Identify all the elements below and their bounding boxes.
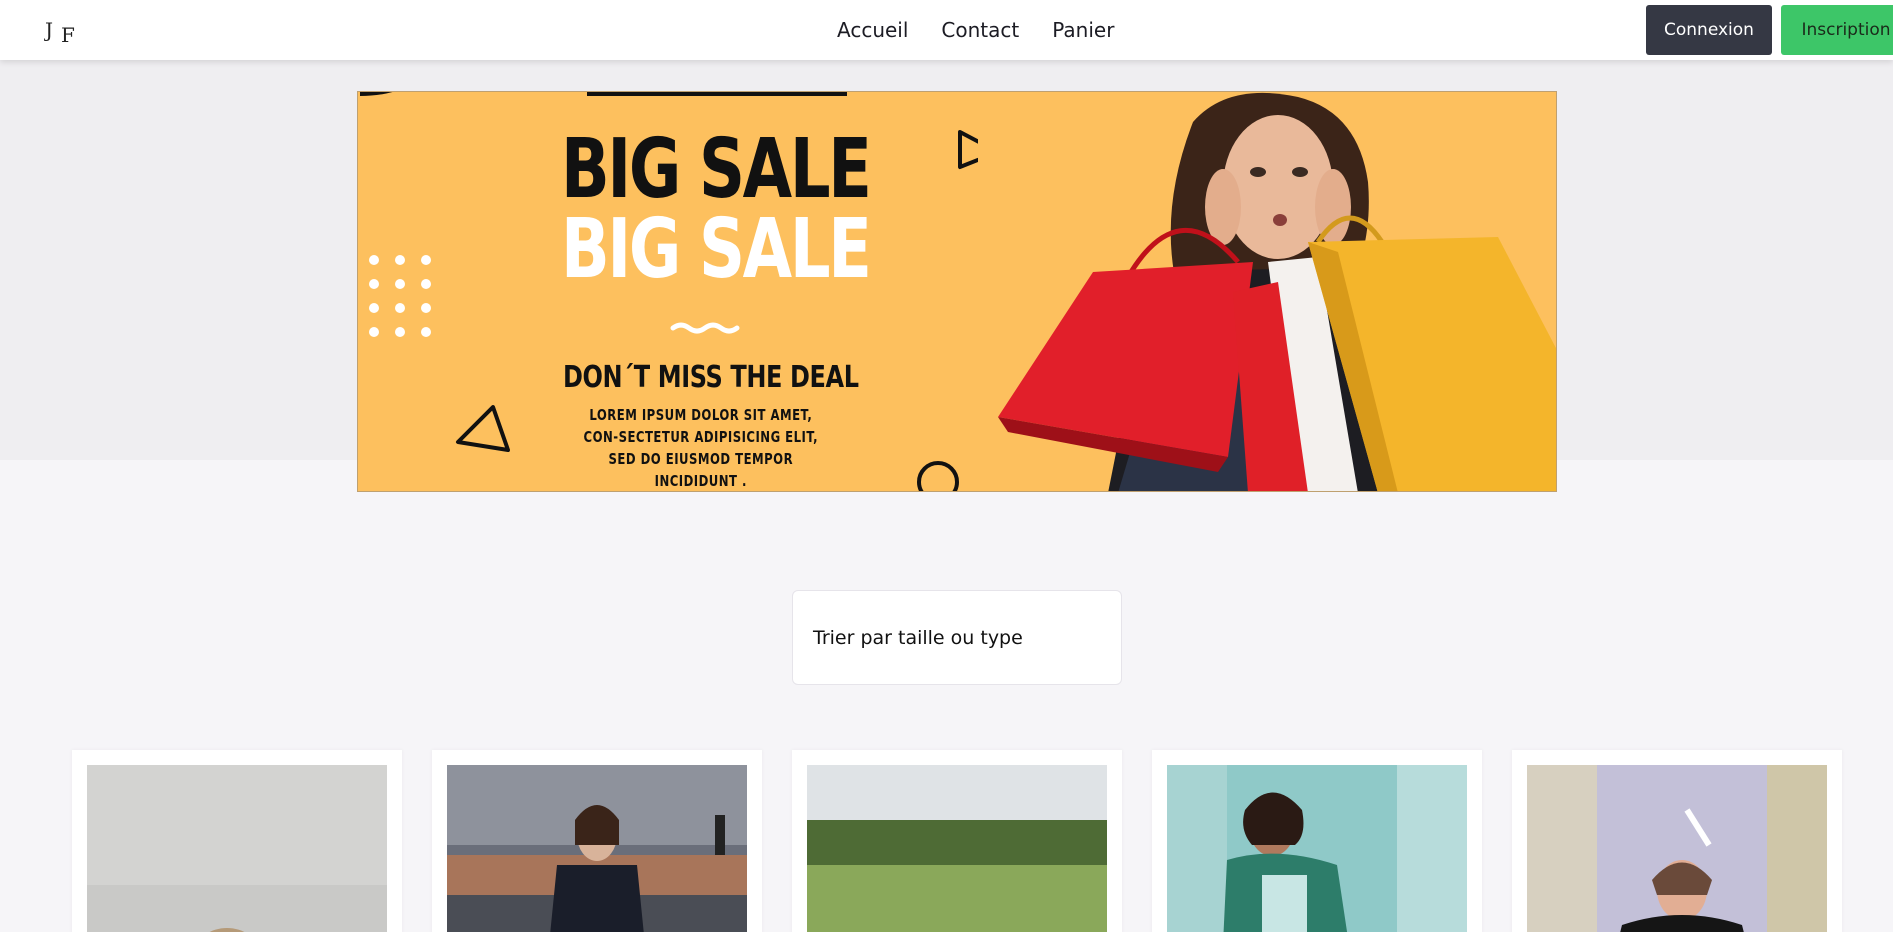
nav-accueil[interactable]: Accueil: [837, 18, 908, 42]
signup-button[interactable]: Inscription: [1781, 5, 1893, 55]
nav-panier[interactable]: Panier: [1052, 18, 1114, 42]
product-image: [447, 765, 747, 932]
product-card[interactable]: [1512, 750, 1842, 932]
banner-deal-text: LOREM IPSUM DOLOR SIT AMET, CON-SECTETUR…: [583, 406, 819, 490]
banner-headline-2: BIG SALE: [561, 202, 872, 297]
svg-text:F: F: [61, 23, 75, 44]
logo[interactable]: J F: [43, 16, 86, 47]
sort-filter-dropdown[interactable]: Trier par taille ou type: [792, 590, 1122, 685]
product-card[interactable]: [1152, 750, 1482, 932]
nav-contact[interactable]: Contact: [941, 18, 1019, 42]
svg-text:J: J: [44, 18, 53, 42]
main-nav: Accueil Contact Panier: [837, 0, 1114, 60]
product-card[interactable]: [432, 750, 762, 932]
banner-shopping-woman-image: [998, 92, 1556, 491]
product-card[interactable]: [72, 750, 402, 932]
product-card[interactable]: [792, 750, 1122, 932]
product-image: [1167, 765, 1467, 932]
product-image: [1527, 765, 1827, 932]
login-button[interactable]: Connexion: [1646, 5, 1772, 55]
promo-banner[interactable]: BIG SALE BIG SALE DON´T MISS THE DEAL LO…: [357, 91, 1557, 492]
product-image: [87, 765, 387, 932]
banner-deal-title: DON´T MISS THE DEAL: [563, 360, 859, 395]
product-image: [807, 765, 1107, 932]
product-grid: [72, 750, 1842, 932]
navbar: J F Accueil Contact Panier Connexion Ins…: [0, 0, 1893, 60]
